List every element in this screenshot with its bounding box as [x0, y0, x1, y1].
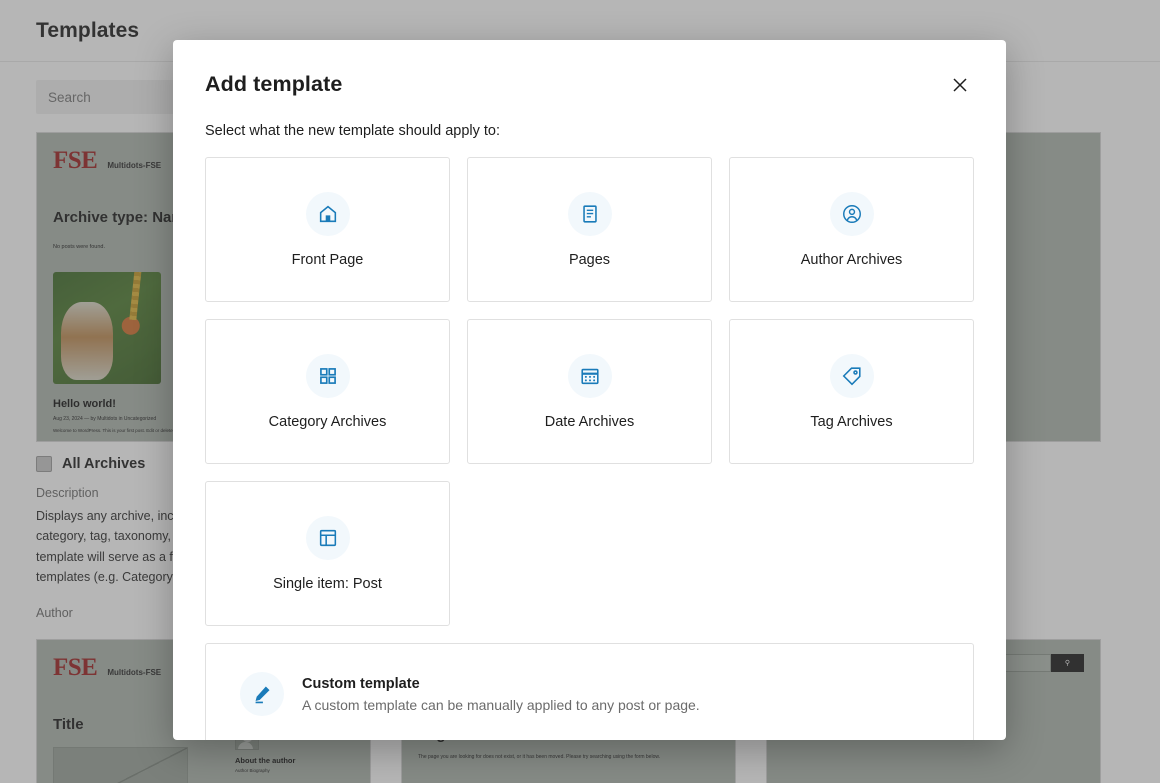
option-single-item-post[interactable]: Single item: Post: [205, 481, 450, 626]
calendar-icon: [568, 354, 612, 398]
user-circle-icon: [830, 192, 874, 236]
close-icon[interactable]: [942, 67, 978, 103]
option-label: Tag Archives: [810, 414, 892, 430]
tag-icon: [830, 354, 874, 398]
custom-template-title: Custom template: [302, 676, 700, 692]
option-author-archives[interactable]: Author Archives: [729, 157, 974, 302]
modal-subtitle: Select what the new template should appl…: [205, 123, 974, 139]
custom-template-text: Custom template A custom template can be…: [302, 676, 700, 713]
option-label: Front Page: [292, 252, 364, 268]
option-pages[interactable]: Pages: [467, 157, 712, 302]
modal-header: Add template: [205, 72, 974, 103]
option-label: Category Archives: [269, 414, 387, 430]
option-label: Single item: Post: [273, 576, 382, 592]
template-type-grid: Front Page Pages Author Archives: [205, 157, 974, 626]
custom-template-description: A custom template can be manually applie…: [302, 697, 700, 713]
option-label: Date Archives: [545, 414, 634, 430]
option-date-archives[interactable]: Date Archives: [467, 319, 712, 464]
layout-icon: [306, 516, 350, 560]
option-label: Pages: [569, 252, 610, 268]
pencil-icon: [240, 672, 284, 716]
option-custom-template[interactable]: Custom template A custom template can be…: [205, 643, 974, 740]
add-template-modal: Add template Select what the new templat…: [173, 40, 1006, 740]
option-tag-archives[interactable]: Tag Archives: [729, 319, 974, 464]
modal-title: Add template: [205, 72, 342, 97]
grid-icon: [306, 354, 350, 398]
home-icon: [306, 192, 350, 236]
option-category-archives[interactable]: Category Archives: [205, 319, 450, 464]
option-label: Author Archives: [801, 252, 903, 268]
page-icon: [568, 192, 612, 236]
option-front-page[interactable]: Front Page: [205, 157, 450, 302]
